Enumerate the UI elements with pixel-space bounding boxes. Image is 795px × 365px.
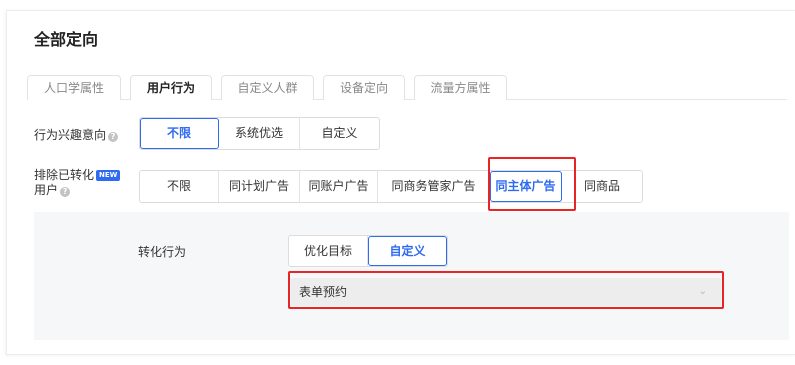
exclude-label-line2: 用户 xyxy=(34,183,59,197)
exclude-option-same-product[interactable]: 同商品 xyxy=(562,171,642,202)
exclude-label: 排除已转化 xyxy=(34,168,95,182)
question-circle-icon[interactable]: ? xyxy=(108,132,119,142)
chevron-down-icon[interactable]: ⌄ xyxy=(699,278,707,306)
conversion-segmented-control: 优化目标 自定义 xyxy=(288,235,448,267)
interest-label: 行为兴趣意向 xyxy=(34,128,107,142)
exclude-option-same-entity[interactable]: 同主体广告 xyxy=(490,171,562,202)
exclude-option-same-account[interactable]: 同账户广告 xyxy=(300,171,378,202)
interest-segmented-control: 不限 系统优选 自定义 xyxy=(139,117,380,150)
interest-label-group: 行为兴趣意向? xyxy=(34,126,119,143)
exclude-label-group: 排除已转化 NEW 用户? xyxy=(34,168,121,198)
conversion-option-custom[interactable]: 自定义 xyxy=(368,236,447,266)
new-badge: NEW xyxy=(96,170,121,181)
interest-option-system[interactable]: 系统优选 xyxy=(219,118,300,149)
tab-user-behavior[interactable]: 用户行为 xyxy=(130,75,212,100)
conversion-panel xyxy=(34,212,789,340)
conversion-select-value: 表单预约 xyxy=(299,285,348,299)
tab-custom-audience[interactable]: 自定义人群 xyxy=(221,75,314,100)
tab-device-targeting[interactable]: 设备定向 xyxy=(323,75,405,100)
question-circle-icon[interactable]: ? xyxy=(60,187,71,197)
exclude-option-same-plan[interactable]: 同计划广告 xyxy=(219,171,300,202)
conversion-label: 转化行为 xyxy=(138,245,187,259)
interest-option-unlimited[interactable]: 不限 xyxy=(140,118,219,149)
interest-option-custom[interactable]: 自定义 xyxy=(300,118,379,149)
conversion-select[interactable]: 表单预约 ⌄ xyxy=(291,278,721,306)
exclude-segmented-control: 不限 同计划广告 同账户广告 同商务管家广告 同主体广告 同商品 xyxy=(139,170,643,203)
tab-demographics[interactable]: 人口学属性 xyxy=(27,75,121,100)
tab-traffic-attributes[interactable]: 流量方属性 xyxy=(414,75,507,100)
page-title: 全部定向 xyxy=(34,30,99,49)
exclude-option-same-business-manager[interactable]: 同商务管家广告 xyxy=(378,171,490,202)
conversion-option-goal[interactable]: 优化目标 xyxy=(289,236,368,266)
exclude-option-unlimited[interactable]: 不限 xyxy=(140,171,219,202)
